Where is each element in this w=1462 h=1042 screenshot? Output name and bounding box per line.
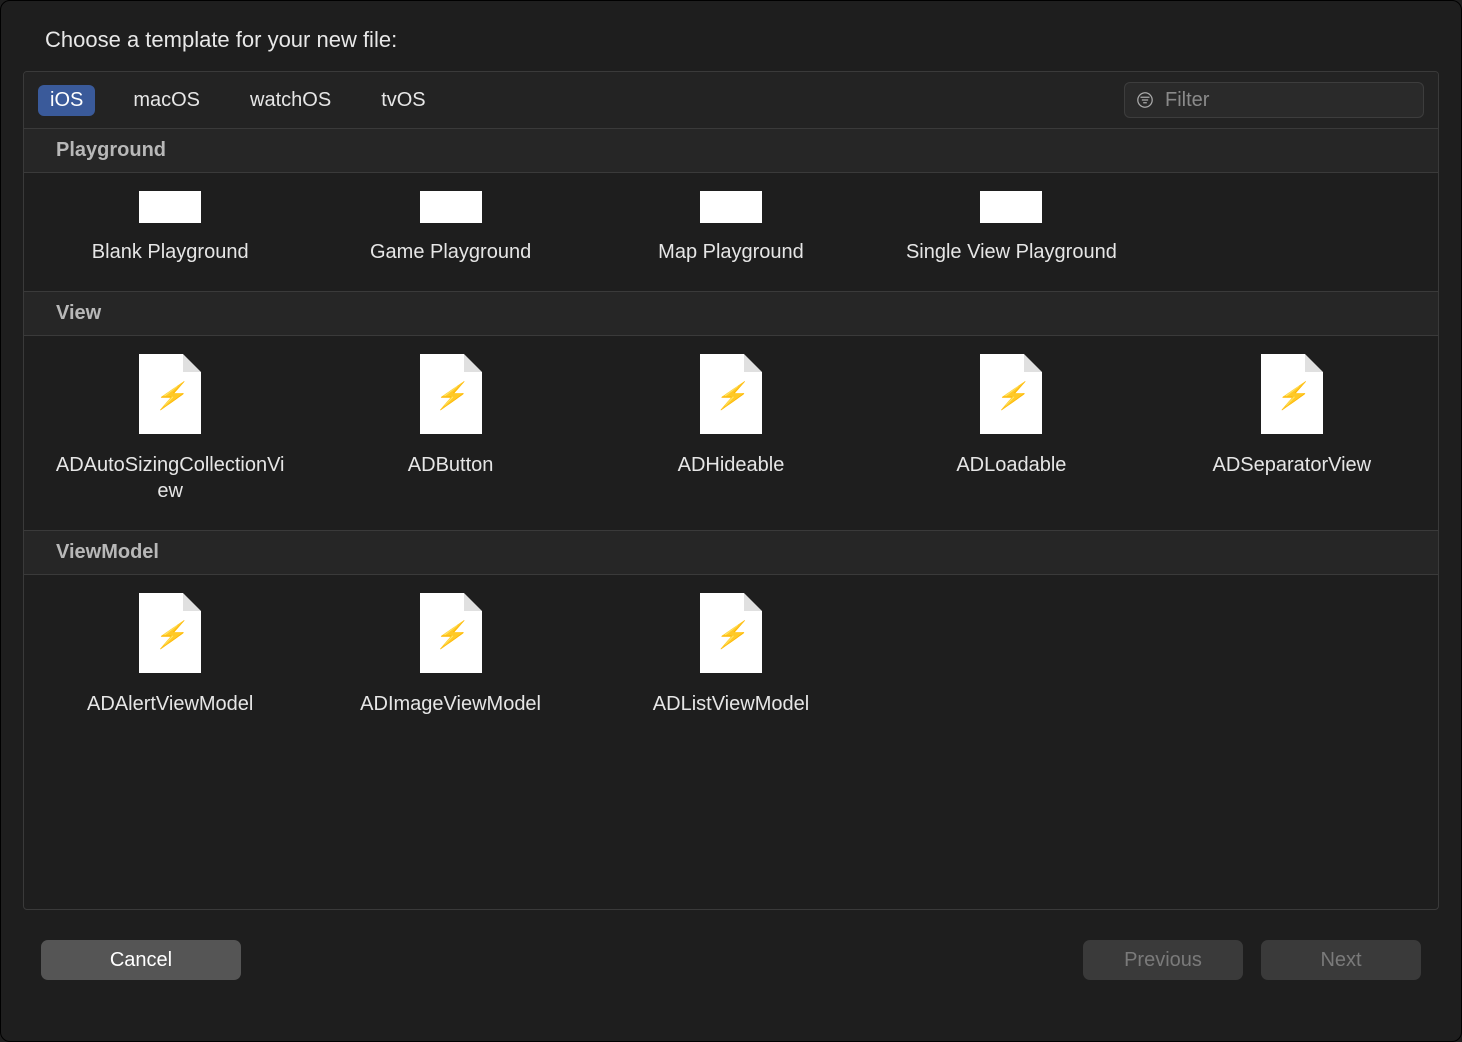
- template-item[interactable]: ⚡ ADAlertViewModel: [30, 587, 310, 723]
- section-grid-viewmodel: ⚡ ADAlertViewModel ⚡ ADImageViewModel ⚡ …: [24, 575, 1438, 743]
- filter-field[interactable]: [1124, 82, 1424, 118]
- template-item[interactable]: ⚡ ADHideable: [591, 348, 871, 510]
- tab-tvos[interactable]: tvOS: [369, 85, 437, 116]
- dialog-title: Choose a template for your new file:: [23, 21, 1439, 71]
- template-label: ADListViewModel: [653, 691, 809, 717]
- template-item[interactable]: ⚡ ADImageViewModel: [310, 587, 590, 723]
- file-icon: ⚡: [139, 354, 201, 434]
- section-grid-playground: Blank Playground Game Playground Map Pla…: [24, 173, 1438, 291]
- swift-glyph-icon: ⚡: [715, 619, 747, 650]
- template-label: ADSeparatorView: [1212, 452, 1371, 478]
- file-icon: ⚡: [980, 354, 1042, 434]
- template-item[interactable]: ⚡ ADLoadable: [871, 348, 1151, 510]
- template-item[interactable]: ⚡ ADSeparatorView: [1152, 348, 1432, 510]
- swift-glyph-icon: ⚡: [154, 380, 186, 411]
- template-label: ADAutoSizingCollectionView: [55, 452, 285, 504]
- template-item[interactable]: Game Playground: [310, 185, 590, 271]
- tab-macos[interactable]: macOS: [121, 85, 212, 116]
- template-item[interactable]: ⚡ ADButton: [310, 348, 590, 510]
- file-icon: [420, 191, 482, 223]
- previous-button[interactable]: Previous: [1083, 940, 1243, 980]
- file-icon: ⚡: [420, 593, 482, 673]
- template-item[interactable]: Map Playground: [591, 185, 871, 271]
- section-header-viewmodel: ViewModel: [24, 530, 1438, 575]
- template-label: ADAlertViewModel: [87, 691, 253, 717]
- section-header-playground: Playground: [24, 129, 1438, 173]
- file-icon: [139, 191, 201, 223]
- swift-glyph-icon: ⚡: [715, 380, 747, 411]
- filter-icon: [1135, 90, 1155, 110]
- swift-glyph-icon: ⚡: [154, 619, 186, 650]
- tab-watchos[interactable]: watchOS: [238, 85, 343, 116]
- dialog-footer: Cancel Previous Next: [23, 910, 1439, 980]
- file-icon: [980, 191, 1042, 223]
- section-grid-view: ⚡ ADAutoSizingCollectionView ⚡ ADButton …: [24, 336, 1438, 530]
- file-icon: ⚡: [139, 593, 201, 673]
- platform-tabs: iOS macOS watchOS tvOS: [38, 85, 438, 116]
- template-label: ADButton: [408, 452, 494, 478]
- template-label: Single View Playground: [906, 239, 1117, 265]
- template-label: ADImageViewModel: [360, 691, 541, 717]
- next-button[interactable]: Next: [1261, 940, 1421, 980]
- swift-glyph-icon: ⚡: [995, 380, 1027, 411]
- template-item[interactable]: ⚡ ADAutoSizingCollectionView: [30, 348, 310, 510]
- file-icon: ⚡: [700, 354, 762, 434]
- template-label: ADHideable: [678, 452, 785, 478]
- tab-ios[interactable]: iOS: [38, 85, 95, 116]
- file-icon: [700, 191, 762, 223]
- template-label: Blank Playground: [92, 239, 249, 265]
- template-label: ADLoadable: [956, 452, 1066, 478]
- file-icon: ⚡: [700, 593, 762, 673]
- swift-glyph-icon: ⚡: [434, 380, 466, 411]
- template-label: Map Playground: [658, 239, 804, 265]
- toolbar: iOS macOS watchOS tvOS: [24, 72, 1438, 129]
- filter-input[interactable]: [1165, 89, 1413, 112]
- file-icon: ⚡: [420, 354, 482, 434]
- swift-glyph-icon: ⚡: [1276, 380, 1308, 411]
- template-item[interactable]: Single View Playground: [871, 185, 1151, 271]
- template-panel: iOS macOS watchOS tvOS Playground Blan: [23, 71, 1439, 910]
- template-item[interactable]: ⚡ ADListViewModel: [591, 587, 871, 723]
- file-icon: ⚡: [1261, 354, 1323, 434]
- cancel-button[interactable]: Cancel: [41, 940, 241, 980]
- swift-glyph-icon: ⚡: [434, 619, 466, 650]
- template-scroll-area[interactable]: Playground Blank Playground Game Playgro…: [24, 129, 1438, 909]
- template-label: Game Playground: [370, 239, 531, 265]
- template-item[interactable]: Blank Playground: [30, 185, 310, 271]
- section-header-view: View: [24, 291, 1438, 336]
